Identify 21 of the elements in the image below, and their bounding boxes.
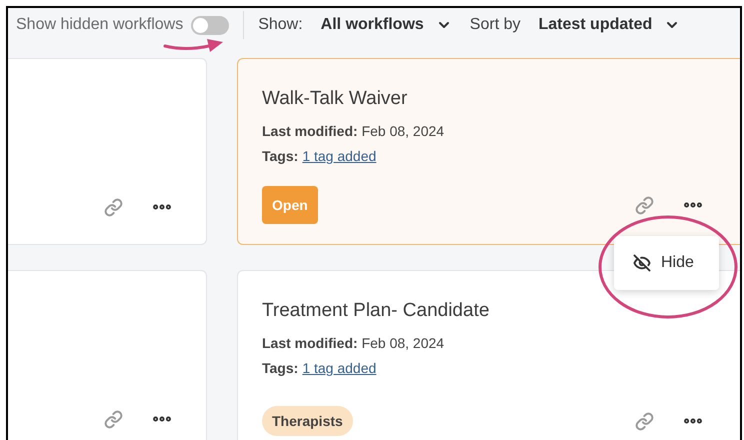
link-icon[interactable]: [635, 196, 654, 214]
sort-label: Sort by: [470, 15, 520, 35]
show-dropdown[interactable]: All workflows: [320, 13, 452, 37]
tags-link[interactable]: 1 tag added: [302, 146, 376, 167]
tags-link[interactable]: 1 tag added: [302, 358, 376, 379]
last-modified-text: Last modified: Feb 08, 2024: [262, 122, 446, 141]
tag-chip: Therapists: [262, 406, 353, 436]
workflow-title: Walk-Talk Waiver: [262, 87, 408, 111]
eye-off-icon: [633, 254, 651, 272]
link-icon[interactable]: [104, 198, 123, 216]
tags-label: Tags:: [262, 147, 298, 166]
sort-dropdown[interactable]: Latest updated: [538, 13, 680, 37]
workflow-title: Treatment Plan- Candidate: [262, 299, 490, 323]
show-hidden-label: Show hidden workflows: [16, 15, 184, 35]
tags-label: Tags:: [262, 359, 298, 378]
toggle-switch[interactable]: [191, 16, 230, 34]
pointer-arrow: [163, 37, 225, 53]
link-icon[interactable]: [104, 410, 123, 428]
link-icon[interactable]: [635, 412, 654, 430]
show-label: Show:: [258, 15, 303, 35]
last-modified-text: Last modified: Feb 08, 2024: [262, 334, 446, 353]
